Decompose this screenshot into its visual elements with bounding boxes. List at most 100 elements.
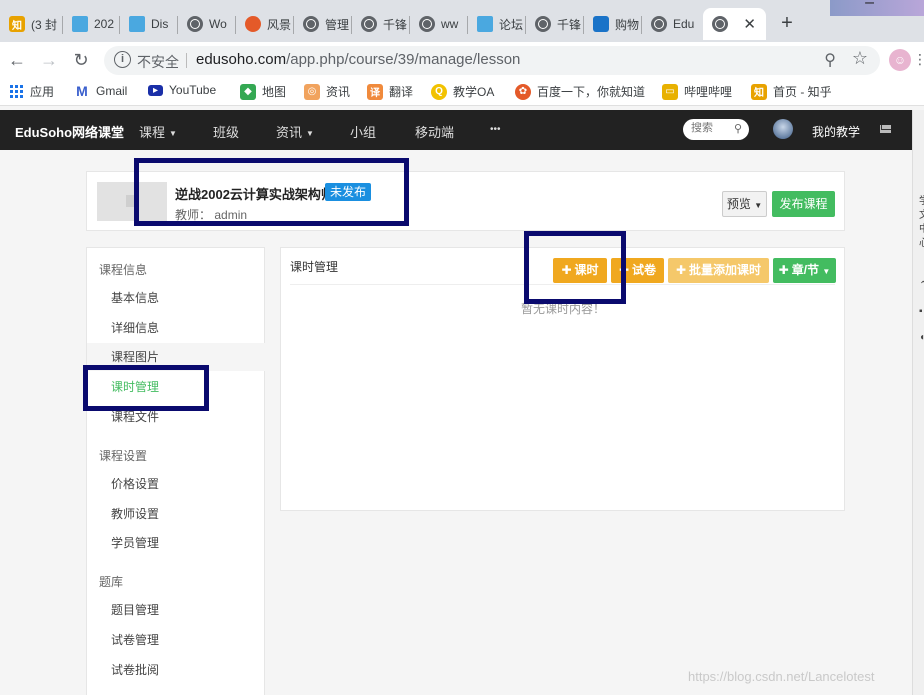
tab-label: (3 封 bbox=[31, 17, 58, 32]
back-arrow-icon[interactable]: ← bbox=[5, 48, 29, 72]
profile-avatar-icon[interactable]: ☺ bbox=[889, 49, 911, 71]
tab-label: Wo bbox=[209, 17, 227, 31]
bookmark-oa[interactable]: Q 教学OA bbox=[431, 83, 494, 100]
bookmark-apps[interactable]: 应用 bbox=[10, 83, 54, 100]
browser-tab[interactable]: 202 bbox=[63, 8, 120, 40]
sidebar-item-detail-info[interactable]: 详细信息 bbox=[87, 314, 265, 342]
browser-tab[interactable]: 论坛 bbox=[468, 8, 526, 40]
browser-tab[interactable]: 千锋 bbox=[352, 8, 410, 40]
bookmark-news[interactable]: ◎ 资讯 bbox=[304, 83, 350, 100]
address-bar[interactable]: i 不安全 edusoho.com/app.php/course/39/mana… bbox=[104, 46, 880, 75]
browser-tab[interactable]: 千锋 bbox=[526, 8, 584, 40]
globe-icon bbox=[535, 16, 551, 32]
zoom-icon[interactable]: ⚲ bbox=[824, 50, 836, 70]
insecure-label: 不安全 bbox=[137, 54, 179, 70]
bird-icon bbox=[129, 16, 145, 32]
new-tab-button[interactable]: + bbox=[773, 12, 801, 36]
add-chapter-button[interactable]: ✚ 章/节 ▼ bbox=[773, 258, 836, 283]
bookmark-zhihu[interactable]: 知 首页 - 知乎 bbox=[751, 83, 832, 100]
browser-tab[interactable]: 购物 bbox=[584, 8, 642, 40]
caret-down-icon: ▼ bbox=[169, 129, 177, 139]
tab-label: 论坛 bbox=[499, 17, 524, 32]
my-teaching-link[interactable]: 我的教学 bbox=[812, 123, 860, 140]
browser-tab[interactable]: ww bbox=[410, 8, 468, 40]
browser-tab[interactable]: 知 (3 封 bbox=[0, 8, 63, 40]
zhihu-icon: 知 bbox=[9, 16, 25, 32]
globe-icon bbox=[651, 16, 667, 32]
forward-arrow-icon[interactable]: → bbox=[37, 48, 61, 72]
sidebar-item-basic-info[interactable]: 基本信息 bbox=[87, 284, 265, 312]
bookmark-star-icon[interactable]: ☆ bbox=[852, 48, 868, 69]
browser-tab-active[interactable]: ✕ bbox=[703, 8, 766, 40]
browser-tab[interactable]: 管理 bbox=[294, 8, 352, 40]
browser-tab[interactable]: 风景 bbox=[236, 8, 294, 40]
close-tab-icon[interactable]: ✕ bbox=[743, 15, 756, 33]
zhihu-icon: 知 bbox=[751, 83, 767, 100]
bookmarks-bar: 应用 M Gmail ▸ YouTube ◆ 地图 ◎ 资讯 译 翻译 Q 教学… bbox=[0, 78, 924, 106]
sidebar-item-testpaper-review[interactable]: 试卷批阅 bbox=[87, 656, 265, 684]
cart-icon bbox=[593, 16, 609, 32]
globe-icon bbox=[303, 16, 319, 32]
bird-icon bbox=[477, 16, 493, 32]
tab-label: 千锋 bbox=[383, 17, 408, 32]
info-icon[interactable]: i bbox=[114, 51, 131, 68]
sidebar-group-title: 课程信息 bbox=[99, 263, 148, 277]
user-avatar[interactable] bbox=[773, 119, 793, 139]
reload-icon[interactable]: ↻ bbox=[69, 48, 93, 72]
search-icon[interactable]: ⚲ bbox=[734, 122, 742, 135]
preview-button[interactable]: 预览 ▼ bbox=[722, 191, 767, 217]
baidu-paw-icon: ✿ bbox=[515, 83, 531, 100]
nav-class[interactable]: 班级 bbox=[213, 122, 239, 141]
oa-icon: Q bbox=[431, 83, 447, 100]
nav-news[interactable]: 资讯 ▼ bbox=[276, 122, 314, 141]
bookmark-youtube[interactable]: ▸ YouTube bbox=[148, 83, 216, 97]
browser-tab[interactable]: Wo bbox=[178, 8, 236, 40]
bookmark-baidu[interactable]: ✿ 百度一下，你就知道 bbox=[515, 83, 645, 100]
nav-mobile[interactable]: 移动端 bbox=[415, 122, 454, 141]
tab-label: 202 bbox=[94, 17, 115, 31]
url-text[interactable]: edusoho.com/app.php/course/39/manage/les… bbox=[196, 51, 520, 68]
globe-icon bbox=[361, 16, 377, 32]
site-search[interactable]: ⚲ bbox=[683, 119, 749, 140]
bilibili-icon: ▭ bbox=[662, 83, 678, 100]
annotation-box-lesson-manage bbox=[83, 365, 209, 411]
browser-tab[interactable]: Edu bbox=[642, 8, 700, 40]
browser-tab[interactable]: Dis bbox=[120, 8, 178, 40]
watermark-text: https://blog.csdn.net/Lancelotest bbox=[688, 669, 875, 684]
maps-icon: ◆ bbox=[240, 83, 256, 100]
nav-group[interactable]: 小组 bbox=[350, 122, 376, 141]
sidebar-item-question-manage[interactable]: 题目管理 bbox=[87, 596, 265, 624]
batch-add-lesson-button[interactable]: ✚ 批量添加课时 bbox=[668, 258, 769, 283]
search-input[interactable] bbox=[691, 122, 731, 134]
tab-label: ww bbox=[441, 17, 459, 31]
minimize-icon[interactable]: – bbox=[865, 0, 874, 12]
window-caption: – bbox=[830, 0, 924, 16]
youtube-icon: ▸ bbox=[148, 84, 163, 96]
browser-tab-strip: 知 (3 封 202 Dis Wo 风景 管理 千锋 ww 论坛 千锋 购物 E… bbox=[0, 0, 924, 42]
nav-more-icon[interactable]: ••• bbox=[490, 124, 501, 135]
bookmark-translate[interactable]: 译 翻译 bbox=[367, 83, 413, 100]
site-logo[interactable]: EduSoho网络课堂 bbox=[15, 122, 124, 141]
tab-label: 千锋 bbox=[557, 17, 582, 32]
course-manage-sidebar: 课程信息 基本信息 详细信息 课程图片 课时管理 课程文件 课程设置 价格设置 … bbox=[86, 247, 265, 695]
browser-menu-icon[interactable]: ⋮ bbox=[913, 51, 924, 68]
tab-label: 购物 bbox=[615, 17, 640, 32]
bookmark-maps[interactable]: ◆ 地图 bbox=[240, 83, 286, 100]
translate-icon: 译 bbox=[367, 83, 383, 100]
mail-icon[interactable] bbox=[880, 125, 891, 133]
bookmark-gmail[interactable]: M Gmail bbox=[74, 83, 127, 99]
publish-course-button[interactable]: 发布课程 bbox=[772, 191, 835, 217]
tab-label: 风景 bbox=[267, 17, 292, 32]
globe-icon bbox=[187, 16, 203, 32]
plus-icon: ✚ bbox=[675, 263, 687, 277]
bookmark-bilibili[interactable]: ▭ 哔哩哔哩 bbox=[662, 83, 732, 100]
sidebar-item-testpaper-manage[interactable]: 试卷管理 bbox=[87, 626, 265, 654]
sidebar-item-teacher-settings[interactable]: 教师设置 bbox=[87, 500, 265, 528]
annotation-box-add-lesson bbox=[524, 231, 626, 304]
sidebar-item-student-manage[interactable]: 学员管理 bbox=[87, 529, 265, 557]
page-side-edge: 学文中心 ⌃▪◖ bbox=[912, 110, 924, 695]
browser-toolbar: ← → ↻ i 不安全 edusoho.com/app.php/course/3… bbox=[0, 42, 924, 78]
caret-down-icon: ▼ bbox=[306, 129, 314, 139]
nav-course[interactable]: 课程 ▼ bbox=[139, 122, 177, 141]
sidebar-item-price-settings[interactable]: 价格设置 bbox=[87, 470, 265, 498]
